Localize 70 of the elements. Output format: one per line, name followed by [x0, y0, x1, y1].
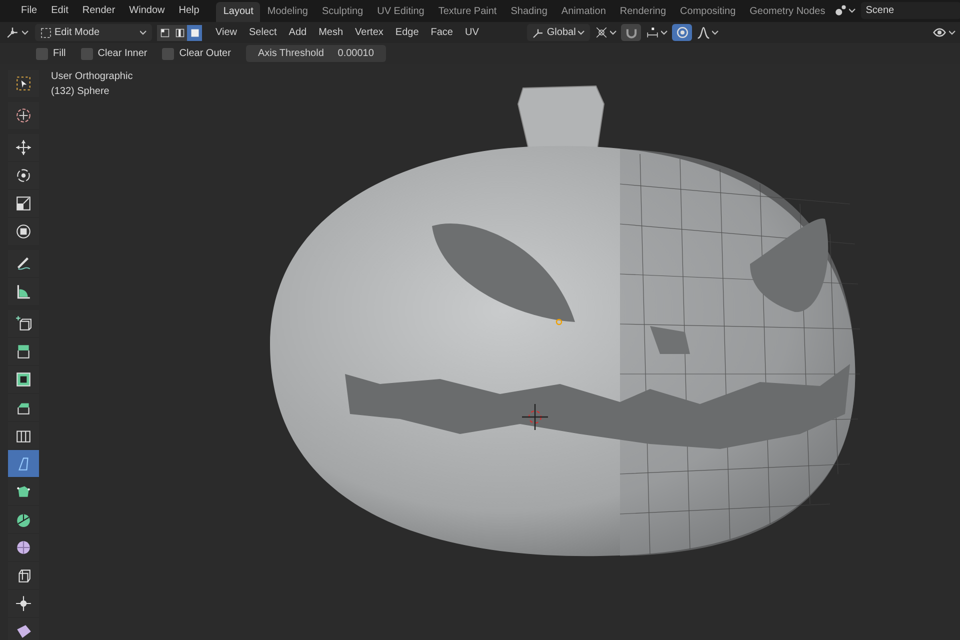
mode-dropdown[interactable]: Edit Mode	[35, 24, 152, 41]
caret-icon	[661, 30, 668, 35]
caret-icon	[849, 8, 856, 13]
menu-item[interactable]: File	[14, 0, 44, 22]
edge-select-button[interactable]	[172, 24, 187, 40]
workspace-tab[interactable]: Layout	[216, 2, 260, 22]
scene-icon	[834, 4, 847, 17]
extrude-icon	[15, 343, 32, 360]
origin-dot	[556, 318, 562, 326]
workspace-tab[interactable]: Compositing	[673, 2, 743, 22]
3d-cursor-icon	[521, 403, 549, 431]
checkbox[interactable]: Fill	[36, 46, 66, 61]
measure-icon	[15, 283, 32, 300]
workspace-tab[interactable]: Texture Paint	[431, 2, 504, 22]
add-cube-icon	[15, 315, 32, 332]
inset-icon	[15, 371, 32, 388]
face-mode-icon	[188, 26, 200, 38]
workspace-tab[interactable]: Geometry Nodes	[742, 2, 832, 22]
eye-icon	[933, 26, 946, 39]
object-name-label: (132) Sphere	[51, 85, 110, 99]
proportional-edit-toggle[interactable]	[672, 24, 692, 41]
workspace-tab[interactable]: Shading	[504, 2, 554, 22]
menu-item[interactable]: Edit	[44, 0, 76, 22]
checkbox[interactable]: Clear Outer	[162, 46, 231, 61]
menu-item[interactable]: Edge	[389, 22, 425, 43]
workspace-tab[interactable]: Modeling	[260, 2, 315, 22]
snap-toggle[interactable]	[621, 24, 642, 41]
axes-icon	[532, 26, 544, 38]
workspace-tab[interactable]: Sculpting	[314, 2, 370, 22]
rotate-icon	[15, 167, 32, 184]
menu-item[interactable]: View	[210, 22, 243, 43]
snap-icon	[646, 26, 659, 39]
caret-icon	[578, 30, 586, 35]
transform-icon	[15, 223, 32, 240]
select-box-icon	[15, 75, 32, 92]
falloff-curve-icon	[696, 26, 710, 39]
menu-item[interactable]: Add	[282, 22, 313, 43]
scene-name-field[interactable]: Scene	[860, 2, 960, 19]
menu-item[interactable]: Select	[243, 22, 283, 43]
caret-icon	[610, 30, 618, 35]
workspace-tab[interactable]: UV Editing	[370, 2, 432, 22]
menu-item[interactable]: UV	[459, 22, 485, 43]
checkbox[interactable]: Clear Inner	[80, 46, 148, 61]
edge-mode-icon	[174, 26, 186, 38]
menu-item[interactable]: Mesh	[312, 22, 350, 43]
axes-icon	[6, 26, 20, 39]
axis-threshold-field[interactable]: Axis Threshold 0.00010	[246, 45, 386, 62]
menu-item[interactable]: Vertex	[349, 22, 390, 43]
menu-item[interactable]: Window	[122, 0, 172, 22]
scale-icon	[15, 195, 32, 212]
workspace-tab[interactable]: Animation	[554, 2, 613, 22]
cursor-icon	[15, 107, 32, 124]
menu-item[interactable]: Face	[424, 22, 459, 43]
caret-icon	[140, 30, 147, 35]
move-icon	[15, 139, 32, 156]
vertex-select-button[interactable]	[157, 24, 172, 40]
annotate-icon	[15, 255, 32, 272]
caret-icon	[712, 30, 720, 35]
face-select-button[interactable]	[187, 24, 202, 40]
caret-icon	[22, 30, 29, 35]
orientation-dropdown[interactable]: Global	[527, 24, 590, 41]
workspace-tab[interactable]: Rendering	[612, 2, 674, 22]
menu-item[interactable]: Help	[172, 0, 206, 22]
mode-icon	[40, 26, 52, 38]
vertex-mode-icon	[158, 26, 170, 38]
pivot-icon	[594, 26, 608, 39]
view-name-label: User Orthographic	[51, 70, 133, 84]
menu-item[interactable]: Render	[75, 0, 122, 22]
proportional-edit-icon	[676, 26, 689, 39]
caret-icon	[948, 30, 956, 35]
